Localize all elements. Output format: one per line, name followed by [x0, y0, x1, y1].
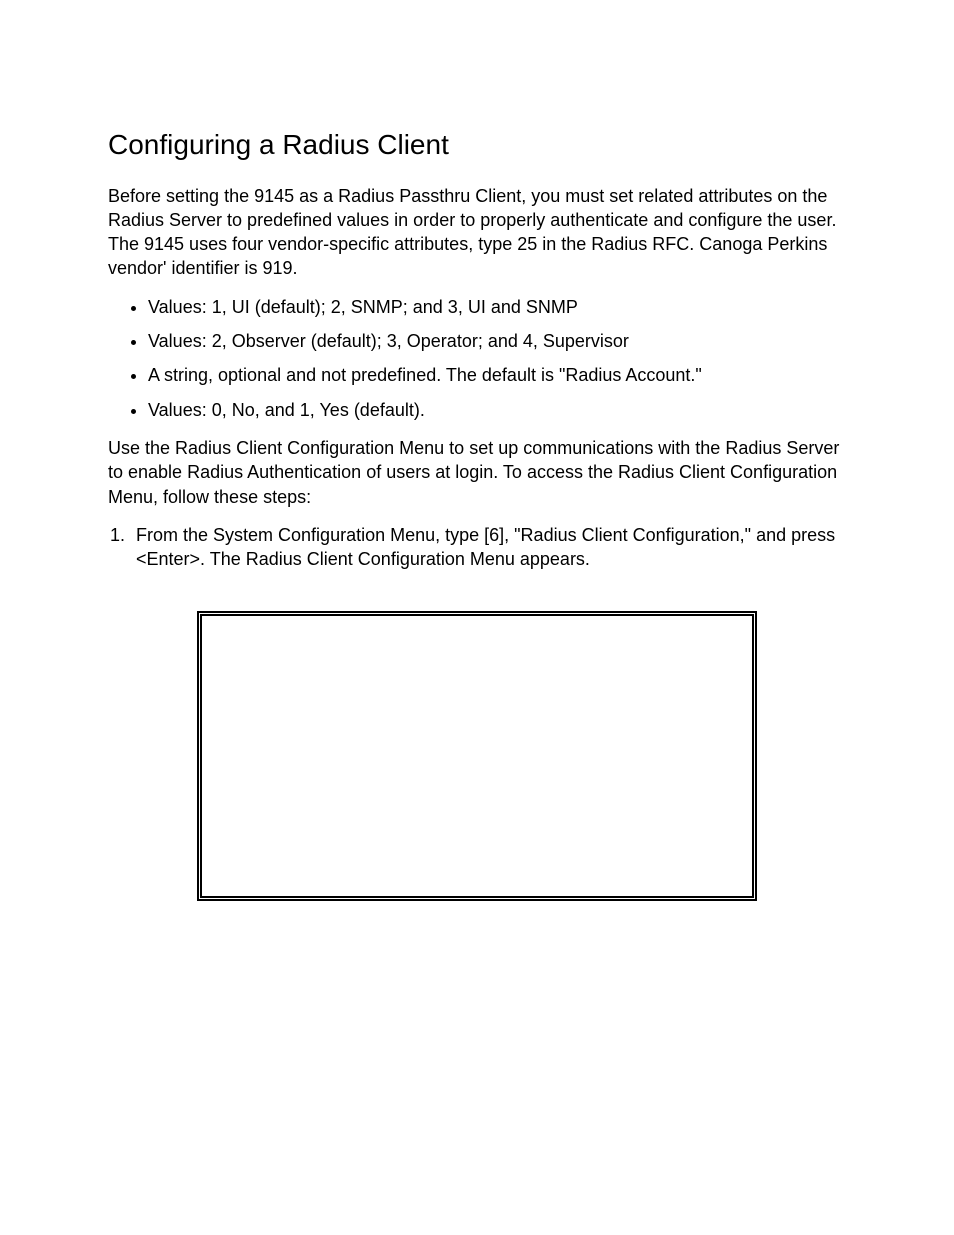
list-item: Values: 0, No, and 1, Yes (default). [148, 398, 846, 422]
bullet-text: A string, optional and not predefined. T… [148, 363, 846, 387]
step-item: From the System Configuration Menu, type… [130, 523, 846, 572]
intro-paragraph: Before setting the 9145 as a Radius Pass… [108, 184, 846, 281]
steps-list: From the System Configuration Menu, type… [108, 523, 846, 572]
configuration-menu-box [197, 611, 757, 901]
list-item: Values: 2, Observer (default); 3, Operat… [148, 329, 846, 353]
page-title: Configuring a Radius Client [108, 128, 846, 162]
bullet-text: Values: 1, UI (default); 2, SNMP; and 3,… [148, 295, 846, 319]
list-item: Values: 1, UI (default); 2, SNMP; and 3,… [148, 295, 846, 319]
step-text: From the System Configuration Menu, type… [136, 525, 835, 569]
bullet-text: Values: 2, Observer (default); 3, Operat… [148, 329, 846, 353]
usage-paragraph: Use the Radius Client Configuration Menu… [108, 436, 846, 509]
bullet-text: Values: 0, No, and 1, Yes (default). [148, 398, 846, 422]
attribute-bullet-list: Values: 1, UI (default); 2, SNMP; and 3,… [108, 295, 846, 422]
document-page: Configuring a Radius Client Before setti… [0, 0, 954, 1235]
list-item: A string, optional and not predefined. T… [148, 363, 846, 387]
